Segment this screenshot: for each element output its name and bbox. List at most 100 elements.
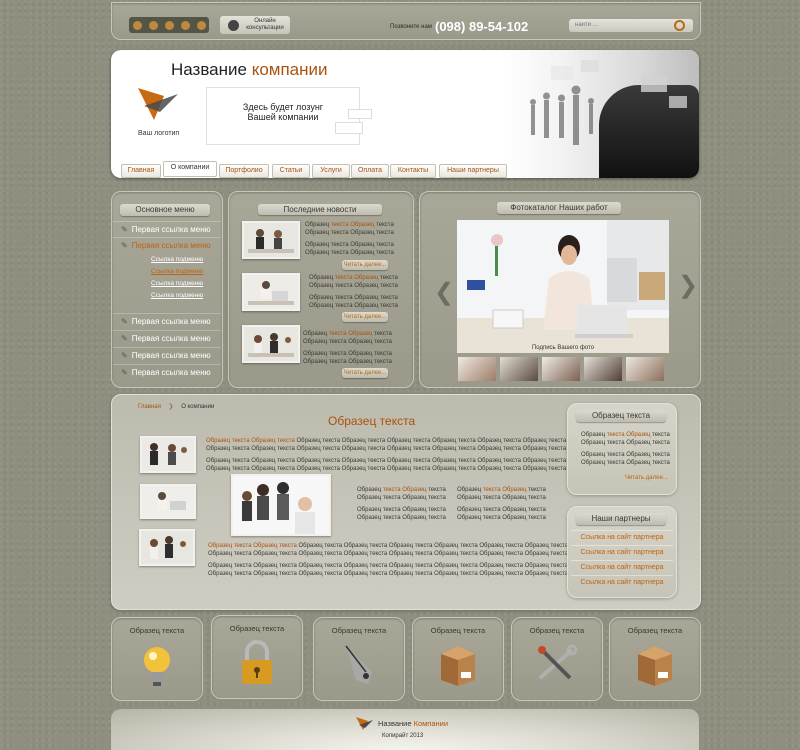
para-1-line-3: Образец текста Образец текста Образец те… (206, 458, 567, 464)
sidebar-item-4[interactable]: ✎ Первая ссылка меню (113, 330, 221, 346)
news-1-more-button[interactable]: Читать далее... (342, 260, 388, 270)
para-1-line-2: Образец текста Образец текста Образец те… (206, 446, 567, 452)
slogan-line-2: Вашей компании (247, 112, 319, 122)
news-1-line-3: Образец текста Образец текста (305, 242, 394, 248)
news-1-line-2: Образец текста Образец текста (305, 230, 394, 236)
news-3-more-button[interactable]: Читать далее... (342, 368, 388, 378)
news-thumb-2[interactable] (242, 273, 300, 311)
short-b-line-4: Образец текста Образец текста (457, 515, 546, 521)
lightbulb-icon (144, 647, 170, 686)
breadcrumb-current: О компании (181, 404, 215, 410)
feature-box-4[interactable]: Образец текста (412, 617, 504, 701)
breadcrumb-home[interactable]: Главная (138, 404, 161, 410)
feature-box-6[interactable]: Образец текста (609, 617, 701, 701)
tab-partners[interactable]: Наши партнеры (439, 164, 507, 178)
footer-logo-icon (354, 715, 374, 733)
padlock-icon (242, 640, 272, 684)
gallery-thumb[interactable] (500, 357, 538, 381)
box-icon (441, 646, 475, 686)
content-team-photo[interactable] (231, 474, 331, 536)
tab-portfolio[interactable]: Портфолио (219, 164, 269, 178)
breadcrumb-separator-icon: ❯ (168, 404, 174, 410)
feature-4-title: Образец текста (430, 626, 486, 635)
gallery-prev-arrow[interactable]: ❮ (434, 278, 454, 307)
tab-about[interactable]: О компании (163, 161, 217, 177)
feature-2-title: Образец текста (229, 624, 285, 633)
right-box-1-line-1: Образец текста Образец текста (581, 432, 670, 438)
tab-contacts[interactable]: Контакты (390, 164, 436, 178)
para-2-line-3: Образец текста Образец текста Образец те… (208, 563, 569, 569)
short-a-line-2: Образец текста Образец текста (357, 495, 446, 501)
gallery-thumb[interactable] (584, 357, 622, 381)
consult-button[interactable]: Онлайн консультации (220, 16, 290, 34)
feature-1-title: Образец текста (129, 626, 185, 635)
vk-icon[interactable] (180, 20, 190, 30)
gallery-thumb[interactable] (626, 357, 664, 381)
search-icon[interactable] (674, 20, 685, 31)
facebook-icon[interactable] (164, 20, 174, 30)
right-box-1-title: Образец текста (576, 410, 666, 422)
pen-nib-icon (345, 645, 372, 684)
search-box (569, 19, 693, 32)
partner-link-4[interactable]: Ссылка на сайт партнера (571, 575, 673, 590)
feature-5-title: Образец текста (529, 626, 585, 635)
partner-link-1[interactable]: Ссылка на сайт партнера (571, 530, 673, 545)
tab-home[interactable]: Главная (121, 164, 161, 178)
social-icons (129, 17, 209, 33)
sidebar-item-1[interactable]: ✎ Первая ссылка меню (113, 221, 221, 237)
news-2-line-1: Образец текста Образец текста (309, 275, 398, 281)
partner-link-3[interactable]: Ссылка на сайт партнера (571, 560, 673, 575)
right-box-1-more-link[interactable]: Читать далее... (625, 475, 668, 481)
slogan-line-1: Здесь будет лозунг (242, 102, 324, 112)
pin-icon: ✎ (121, 317, 128, 326)
feature-6-title: Образец текста (627, 626, 683, 635)
rss-icon[interactable] (132, 20, 142, 30)
sidebar-item-2[interactable]: ✎ Первая ссылка меню (113, 237, 221, 253)
feature-box-5[interactable]: Образец текста (511, 617, 603, 701)
search-input[interactable] (575, 20, 665, 30)
call-label: Позвоните нам (390, 24, 432, 30)
tools-icon (538, 644, 578, 680)
submenu-link-3[interactable]: Ссылка подменю (151, 280, 203, 287)
tab-services[interactable]: Услуги (312, 164, 350, 178)
short-a-line-4: Образец текста Образец текста (357, 515, 446, 521)
footer (111, 709, 699, 750)
news-thumb-3[interactable] (242, 325, 300, 363)
submenu-link-1[interactable]: Ссылка подменю (151, 256, 203, 263)
submenu-link-4[interactable]: Ссылка подменю (151, 292, 203, 299)
partner-link-2[interactable]: Ссылка на сайт партнера (571, 545, 673, 560)
para-2-line-2: Образец текста Образец текста Образец те… (208, 551, 569, 557)
gallery-main-photo: Подпись Вашего фото (457, 220, 669, 353)
content-thumb-3[interactable] (139, 529, 195, 566)
feature-3-title: Образец текста (331, 626, 387, 635)
feature-box-3[interactable]: Образец текста (313, 617, 405, 701)
tab-articles[interactable]: Статьи (272, 164, 310, 178)
footer-company-name: Название Компании (378, 719, 449, 728)
feature-box-1[interactable]: Образец текста (111, 617, 203, 701)
news-thumb-1[interactable] (242, 221, 300, 259)
content-thumb-2[interactable] (140, 484, 196, 519)
sidebar-item-3[interactable]: ✎ Первая ссылка меню (113, 313, 221, 329)
short-b-line-1: Образец текста Образец текста (457, 487, 546, 493)
twitter-icon[interactable] (148, 20, 158, 30)
content-thumb-1[interactable] (140, 436, 196, 473)
phone-number: (098) 89-54-102 (435, 19, 529, 34)
breadcrumb: Главная ❯ О компании (138, 403, 214, 410)
sidebar-item-6[interactable]: ✎ Первая ссылка меню (113, 364, 221, 380)
tab-payment[interactable]: Оплата (351, 164, 389, 178)
gallery-title: Фотокаталог Наших работ (497, 202, 621, 214)
submenu-link-2[interactable]: Ссылка подменю (151, 268, 203, 275)
news-2-more-button[interactable]: Читать далее... (342, 312, 388, 322)
feature-box-2[interactable]: Образец текста (211, 615, 303, 699)
gallery-next-arrow[interactable]: ❯ (678, 271, 698, 300)
gallery-thumb[interactable] (458, 357, 496, 381)
gallery-thumbnails (458, 357, 670, 381)
consult-label: Онлайн консультации (246, 18, 284, 31)
gallery-thumb[interactable] (542, 357, 580, 381)
short-a-line-1: Образец текста Образец текста (357, 487, 446, 493)
skype-social-icon[interactable] (196, 20, 206, 30)
right-box-1-line-3: Образец текста Образец текста (581, 452, 670, 458)
news-3-line-2: Образец текста Образец текста (303, 339, 392, 345)
sidebar-item-5[interactable]: ✎ Первая ссылка меню (113, 347, 221, 363)
pin-icon: ✎ (121, 241, 128, 250)
